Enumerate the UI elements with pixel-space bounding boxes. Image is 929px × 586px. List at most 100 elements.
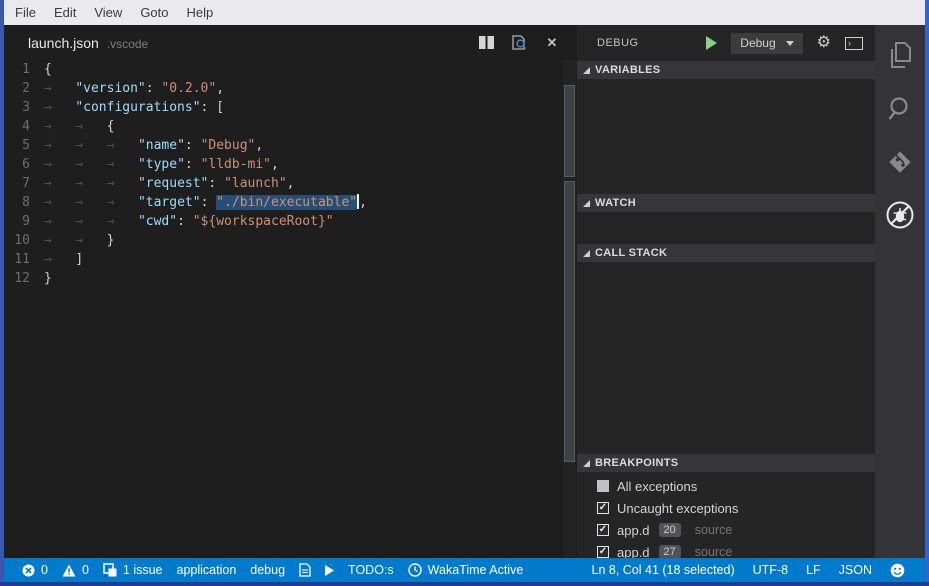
run-task[interactable]: [325, 565, 334, 576]
code-line[interactable]: 6→ → → "type": "lldb-mi",: [4, 155, 577, 174]
code-token: }: [107, 233, 115, 248]
section-header-breakpoints[interactable]: BREAKPOINTS: [577, 454, 875, 472]
code-text: → → → "target": "./bin/executable",: [44, 193, 367, 212]
line-number[interactable]: 9: [4, 212, 44, 231]
feedback-smiley[interactable]: [890, 563, 905, 578]
menu-item-help[interactable]: Help: [178, 5, 223, 20]
line-number[interactable]: 8: [4, 193, 44, 212]
line-number[interactable]: 5: [4, 136, 44, 155]
code-line[interactable]: 8→ → → "target": "./bin/executable",: [4, 193, 577, 212]
line-number[interactable]: 6: [4, 155, 44, 174]
checkbox-checked[interactable]: ✓: [597, 524, 609, 536]
debug-panel: DEBUG Debug ⚙ › VARIABLES WATCH CALL STA…: [577, 25, 875, 558]
code-token: →: [44, 195, 75, 210]
debug-console-icon[interactable]: ›: [845, 37, 863, 50]
line-number[interactable]: 12: [4, 269, 44, 288]
section-header-watch[interactable]: WATCH: [577, 194, 875, 212]
encoding-indicator[interactable]: UTF-8: [753, 563, 788, 577]
build-config[interactable]: debug: [250, 563, 285, 577]
breakpoint-row[interactable]: ✓app.d20source: [577, 519, 875, 541]
debug-config-dropdown[interactable]: Debug: [731, 33, 802, 54]
line-number[interactable]: 11: [4, 250, 44, 269]
breakpoint-row[interactable]: All exceptions: [577, 475, 875, 497]
menu-item-edit[interactable]: Edit: [45, 5, 85, 20]
menu-item-goto[interactable]: Goto: [131, 5, 177, 20]
code-token: "cwd": [138, 214, 177, 229]
tab-actions: ✕: [477, 25, 561, 60]
checkbox-unchecked[interactable]: [597, 480, 609, 492]
warning-icon: [62, 564, 76, 577]
close-icon[interactable]: ✕: [543, 34, 561, 52]
code-line[interactable]: 3→ "configurations": [: [4, 98, 577, 117]
twistie-icon: [583, 200, 590, 207]
line-number[interactable]: 7: [4, 174, 44, 193]
checkbox-checked[interactable]: ✓: [597, 502, 609, 514]
code-line[interactable]: 2→ "version": "0.2.0",: [4, 79, 577, 98]
code-text: → ]: [44, 250, 83, 269]
language-indicator[interactable]: JSON: [839, 563, 872, 577]
section-header-variables[interactable]: VARIABLES: [577, 61, 875, 79]
code-line[interactable]: 11→ ]: [4, 250, 577, 269]
line-number[interactable]: 1: [4, 60, 44, 79]
code-line[interactable]: 4→ → {: [4, 117, 577, 136]
split-editor-icon[interactable]: [477, 34, 495, 52]
section-header-callstack[interactable]: CALL STACK: [577, 244, 875, 262]
project-label: application: [177, 563, 237, 577]
start-debug-icon[interactable]: [706, 36, 717, 50]
code-line[interactable]: 7→ → → "request": "launch",: [4, 174, 577, 193]
files-icon[interactable]: [885, 41, 915, 71]
menu-bar: FileEditViewGotoHelp: [4, 0, 925, 25]
code-token: "name": [138, 138, 185, 153]
debug-config-label: Debug: [740, 36, 775, 50]
issues-icon: [103, 563, 117, 577]
tab-launch-json[interactable]: launch.json .vscode: [4, 35, 148, 51]
code-line[interactable]: 12}: [4, 269, 577, 288]
config-label: debug: [250, 563, 285, 577]
code-line[interactable]: 5→ → → "name": "Debug",: [4, 136, 577, 155]
code-token: {: [44, 62, 52, 77]
todo-indicator[interactable]: TODO:s: [348, 563, 394, 577]
debug-disabled-icon[interactable]: [885, 200, 915, 230]
code-line[interactable]: 10→ → }: [4, 231, 577, 250]
wakatime-indicator[interactable]: WakaTime Active: [408, 563, 524, 577]
code-token: →: [107, 195, 138, 210]
menu-item-view[interactable]: View: [85, 5, 131, 20]
problems-warnings[interactable]: 0: [62, 563, 89, 577]
code-line[interactable]: 1{: [4, 60, 577, 79]
issues-indicator[interactable]: 1 issue: [103, 563, 163, 577]
gear-icon[interactable]: ⚙: [817, 35, 831, 51]
line-number[interactable]: 2: [4, 79, 44, 98]
language-label: JSON: [839, 563, 872, 577]
checkbox-checked[interactable]: ✓: [597, 546, 609, 558]
code-token: →: [75, 233, 106, 248]
section-label: WATCH: [595, 197, 636, 209]
scrollbar-thumb[interactable]: [564, 181, 575, 462]
wakatime-label: WakaTime Active: [428, 563, 524, 577]
code-token: }: [44, 271, 52, 286]
twistie-icon: [583, 67, 590, 74]
variables-body: [577, 79, 875, 194]
code-line[interactable]: 9→ → → "cwd": "${workspaceRoot}": [4, 212, 577, 231]
problems-errors[interactable]: 0: [22, 563, 48, 577]
twistie-icon: [583, 460, 590, 467]
search-icon[interactable]: [885, 94, 915, 124]
issues-label: 1 issue: [123, 563, 163, 577]
line-number[interactable]: 3: [4, 98, 44, 117]
line-number[interactable]: 10: [4, 231, 44, 250]
breakpoint-row[interactable]: ✓Uncaught exceptions: [577, 497, 875, 519]
code-text: → "version": "0.2.0",: [44, 79, 224, 98]
line-number[interactable]: 4: [4, 117, 44, 136]
eol-indicator[interactable]: LF: [806, 563, 821, 577]
git-branch-icon[interactable]: [885, 147, 915, 177]
window-border-left: [0, 0, 4, 586]
code-editor[interactable]: 1{2→ "version": "0.2.0",3→ "configuratio…: [4, 60, 577, 558]
open-preview-icon[interactable]: [510, 34, 528, 52]
breakpoint-label: All exceptions: [617, 479, 697, 494]
project-name[interactable]: application: [177, 563, 237, 577]
menu-item-file[interactable]: File: [6, 5, 45, 20]
scrollbar-thumb-top[interactable]: [564, 85, 575, 177]
code-lines: 1{2→ "version": "0.2.0",3→ "configuratio…: [4, 60, 577, 288]
document-indicator[interactable]: [299, 563, 311, 577]
code-token: :: [201, 195, 217, 210]
cursor-position[interactable]: Ln 8, Col 41 (18 selected): [592, 563, 735, 577]
